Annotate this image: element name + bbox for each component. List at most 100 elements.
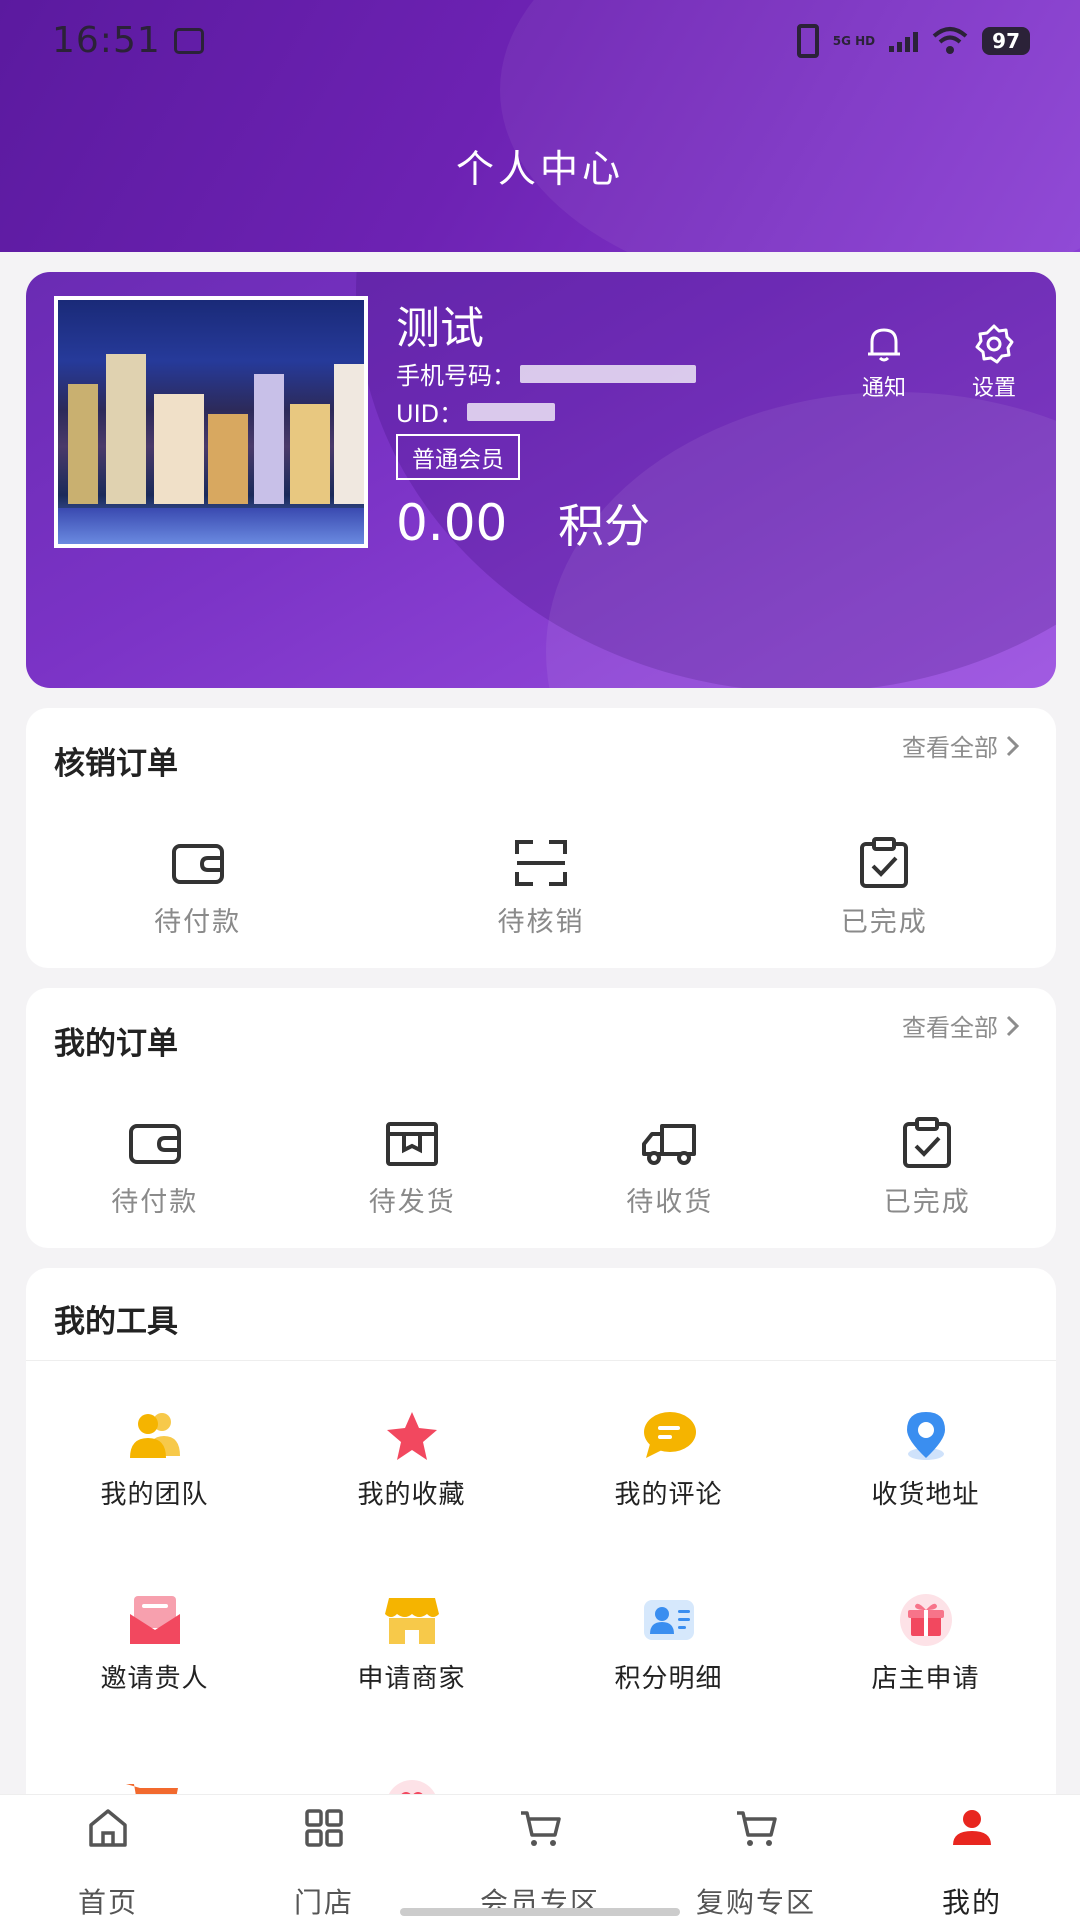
tool-apply-merchant[interactable]: 申请商家 xyxy=(283,1592,540,1695)
notification-label: 通知 xyxy=(861,376,906,401)
status-bar: 16:51 5G HD 97 xyxy=(0,0,1080,82)
nav-label: 首页 xyxy=(77,1886,138,1919)
section-title: 核销订单 xyxy=(54,746,178,782)
tools-section: 我的工具 我的团队 我的收藏 我的评论 收货地址 邀请贵人 申请商家 积分明细 … xyxy=(26,1268,1056,1808)
vibrate-icon xyxy=(796,24,819,58)
avatar[interactable] xyxy=(54,296,368,548)
order-completed[interactable]: 已完成 xyxy=(799,1116,1057,1219)
cart-icon xyxy=(737,1811,777,1846)
wallet-icon xyxy=(128,1124,181,1164)
tool-shopowner-apply[interactable]: 店主申请 xyxy=(797,1592,1054,1695)
see-all-label: 查看全部 xyxy=(902,1014,998,1042)
team-icon xyxy=(129,1413,180,1458)
gift-icon xyxy=(899,1594,952,1646)
home-indicator[interactable] xyxy=(400,1908,680,1916)
member-level-badge: 普通会员 xyxy=(396,434,520,480)
comment-icon xyxy=(643,1412,696,1458)
grid-icon xyxy=(305,1809,343,1847)
tool-label: 邀请贵人 xyxy=(100,1664,209,1694)
page-title: 个人中心 xyxy=(455,147,624,191)
box-icon xyxy=(386,1122,439,1166)
star-icon xyxy=(386,1412,437,1460)
phone-label: 手机号码： xyxy=(396,362,516,390)
order-pending-payment[interactable]: 待付款 xyxy=(26,1116,284,1219)
points-label: 积分 xyxy=(558,499,650,553)
network-type: 5G HD xyxy=(832,34,876,48)
tool-label: 店主申请 xyxy=(871,1664,980,1694)
see-all-my-orders[interactable]: 查看全部 xyxy=(902,1008,1022,1043)
signal-icon xyxy=(889,30,919,52)
item-label: 已完成 xyxy=(840,907,928,938)
tool-my-favorites[interactable]: 我的收藏 xyxy=(283,1408,540,1511)
nav-repurchase-zone[interactable]: 复购专区 xyxy=(656,1805,856,1920)
tool-label: 我的团队 xyxy=(100,1480,209,1510)
verify-completed[interactable]: 已完成 xyxy=(713,836,1056,939)
points-value: 0.00 xyxy=(396,494,508,552)
tool-label: 收货地址 xyxy=(871,1480,980,1510)
settings-button[interactable]: 设置 xyxy=(954,322,1034,402)
section-title: 我的工具 xyxy=(54,1304,178,1340)
truck-icon xyxy=(641,1124,696,1165)
tool-label: 我的收藏 xyxy=(357,1480,466,1510)
clipboard-check-icon xyxy=(860,837,909,888)
item-label: 已完成 xyxy=(883,1187,971,1218)
see-all-verify-orders[interactable]: 查看全部 xyxy=(902,728,1022,763)
order-pending-shipment[interactable]: 待发货 xyxy=(284,1116,542,1219)
user-uid: UID： xyxy=(396,394,556,429)
user-icon xyxy=(953,1810,991,1845)
divider xyxy=(26,1360,1056,1361)
verify-orders-section: 核销订单 查看全部 待付款 待核销 已完成 xyxy=(26,708,1056,968)
tool-invite-guest[interactable]: 邀请贵人 xyxy=(26,1592,283,1695)
store-icon xyxy=(384,1598,439,1644)
item-label: 待发货 xyxy=(368,1187,456,1218)
nav-member-zone[interactable]: 会员专区 xyxy=(440,1805,640,1920)
nav-label: 门店 xyxy=(293,1886,354,1919)
tool-label: 积分明细 xyxy=(614,1664,723,1694)
my-orders-section: 我的订单 查看全部 待付款 待发货 待收货 已完成 xyxy=(26,988,1056,1248)
verify-pending-verification[interactable]: 待核销 xyxy=(369,836,712,939)
item-label: 待付款 xyxy=(111,1187,199,1218)
uid-label: UID： xyxy=(396,400,464,428)
profile-card: 测试 手机号码： UID： 普通会员 0.00 积分 通知 设置 xyxy=(26,272,1056,688)
item-label: 待付款 xyxy=(154,907,242,938)
tool-label: 申请商家 xyxy=(357,1664,466,1694)
id-card-icon xyxy=(643,1600,694,1640)
tool-points-detail[interactable]: 积分明细 xyxy=(540,1592,797,1695)
chevron-right-icon xyxy=(1006,735,1020,756)
nav-home[interactable]: 首页 xyxy=(8,1805,208,1920)
settings-label: 设置 xyxy=(971,376,1016,401)
nav-mine[interactable]: 我的 xyxy=(872,1805,1072,1920)
tool-shipping-address[interactable]: 收货地址 xyxy=(797,1408,1054,1511)
wallet-icon xyxy=(171,844,224,884)
masked-phone xyxy=(520,364,696,383)
tool-my-team[interactable]: 我的团队 xyxy=(26,1408,283,1511)
bell-icon xyxy=(868,328,900,362)
see-all-label: 查看全部 xyxy=(902,734,998,762)
gear-icon xyxy=(975,324,1014,364)
masked-uid xyxy=(467,402,556,421)
home-icon xyxy=(89,1809,127,1847)
phone-number: 手机号码： xyxy=(396,356,696,391)
location-icon xyxy=(906,1412,945,1460)
verify-pending-payment[interactable]: 待付款 xyxy=(26,836,369,939)
tool-label: 我的评论 xyxy=(614,1480,723,1510)
item-label: 待收货 xyxy=(626,1187,714,1218)
gallery-notification-icon xyxy=(174,28,204,54)
battery-indicator: 97 xyxy=(982,27,1030,55)
section-title: 我的订单 xyxy=(54,1026,178,1062)
chevron-right-icon xyxy=(1006,1015,1020,1036)
user-name: 测试 xyxy=(396,303,484,354)
nav-stores[interactable]: 门店 xyxy=(224,1805,424,1920)
header: 16:51 5G HD 97 个人中心 xyxy=(0,0,1080,252)
wifi-icon xyxy=(932,27,968,54)
envelope-icon xyxy=(129,1596,180,1644)
notification-button[interactable]: 通知 xyxy=(844,322,924,402)
nav-label: 我的 xyxy=(941,1886,1002,1919)
cart-icon xyxy=(521,1811,561,1846)
bottom-navigation: 首页 门店 会员专区 复购专区 我的 xyxy=(0,1794,1080,1920)
nav-label: 复购专区 xyxy=(695,1886,816,1919)
scan-icon xyxy=(514,840,567,886)
order-pending-receipt[interactable]: 待收货 xyxy=(541,1116,799,1219)
status-time: 16:51 xyxy=(52,20,161,61)
tool-my-comments[interactable]: 我的评论 xyxy=(540,1408,797,1511)
